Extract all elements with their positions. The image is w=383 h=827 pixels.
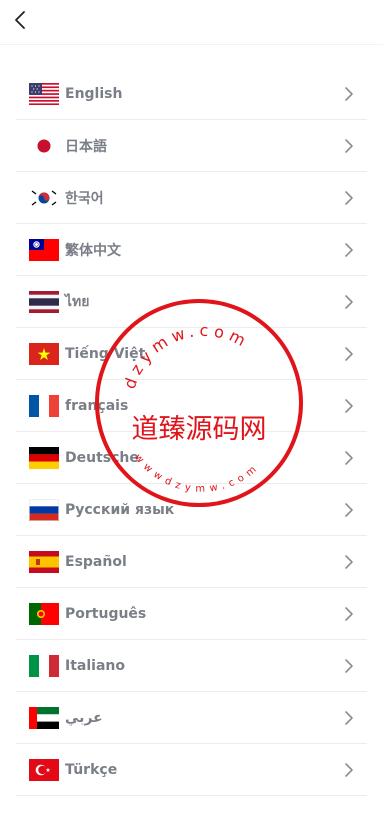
chevron-right-icon bbox=[345, 346, 353, 361]
flag-ae-icon bbox=[29, 706, 59, 729]
language-label: 繁体中文 bbox=[65, 242, 121, 259]
chevron-right-icon bbox=[345, 658, 353, 673]
flag-ru-icon bbox=[29, 498, 59, 521]
language-item-korean[interactable]: 한국어 bbox=[16, 172, 367, 224]
flag-tr-icon bbox=[29, 758, 59, 781]
flag-tw-icon bbox=[29, 238, 59, 261]
language-item-japanese[interactable]: 日本語 bbox=[16, 120, 367, 172]
flag-de-icon bbox=[29, 446, 59, 469]
header-divider bbox=[0, 44, 383, 45]
language-list: English 日本語 한국어 繁体中文 ไทย Tiếng Việt fran… bbox=[16, 68, 367, 796]
language-label: Türkçe bbox=[65, 761, 118, 778]
language-item-spanish[interactable]: Español bbox=[16, 536, 367, 588]
flag-es-icon bbox=[29, 550, 59, 573]
chevron-right-icon bbox=[345, 190, 353, 205]
chevron-right-icon bbox=[345, 138, 353, 153]
chevron-right-icon bbox=[345, 502, 353, 517]
flag-jp-icon bbox=[29, 135, 59, 157]
language-label: Español bbox=[65, 553, 127, 570]
language-label: English bbox=[65, 85, 123, 102]
language-label: Deutsche bbox=[65, 449, 139, 466]
back-button[interactable] bbox=[8, 8, 32, 32]
language-label: 한국어 bbox=[65, 190, 104, 207]
chevron-right-icon bbox=[345, 606, 353, 621]
language-item-russian[interactable]: Русский язык bbox=[16, 484, 367, 536]
language-item-english[interactable]: English bbox=[16, 68, 367, 120]
language-item-traditional-chinese[interactable]: 繁体中文 bbox=[16, 224, 367, 276]
flag-it-icon bbox=[29, 654, 59, 677]
flag-vn-icon bbox=[29, 342, 59, 365]
top-bar bbox=[0, 0, 383, 44]
language-item-vietnamese[interactable]: Tiếng Việt bbox=[16, 328, 367, 380]
language-item-italian[interactable]: Italiano bbox=[16, 640, 367, 692]
chevron-right-icon bbox=[345, 710, 353, 725]
flag-fr-icon bbox=[29, 394, 59, 417]
language-item-french[interactable]: français bbox=[16, 380, 367, 432]
language-label: ไทย bbox=[65, 293, 90, 310]
flag-us-icon bbox=[29, 82, 59, 105]
chevron-left-icon bbox=[15, 11, 25, 29]
language-label: Tiếng Việt bbox=[65, 345, 146, 362]
language-label: Português bbox=[65, 605, 147, 622]
flag-kr-icon bbox=[29, 186, 59, 209]
chevron-right-icon bbox=[345, 294, 353, 309]
flag-pt-icon bbox=[29, 602, 59, 625]
language-label: Русский язык bbox=[65, 501, 175, 518]
chevron-right-icon bbox=[345, 450, 353, 465]
language-label: 日本語 bbox=[65, 138, 107, 155]
chevron-right-icon bbox=[345, 86, 353, 101]
language-label: عربي bbox=[65, 709, 103, 726]
language-item-turkish[interactable]: Türkçe bbox=[16, 744, 367, 796]
chevron-right-icon bbox=[345, 762, 353, 777]
language-item-arabic[interactable]: عربي bbox=[16, 692, 367, 744]
language-item-thai[interactable]: ไทย bbox=[16, 276, 367, 328]
flag-th-icon bbox=[29, 290, 59, 313]
language-item-german[interactable]: Deutsche bbox=[16, 432, 367, 484]
chevron-right-icon bbox=[345, 554, 353, 569]
language-label: Italiano bbox=[65, 657, 125, 674]
language-label: français bbox=[65, 397, 129, 414]
chevron-right-icon bbox=[345, 242, 353, 257]
chevron-right-icon bbox=[345, 398, 353, 413]
language-item-portuguese[interactable]: Português bbox=[16, 588, 367, 640]
